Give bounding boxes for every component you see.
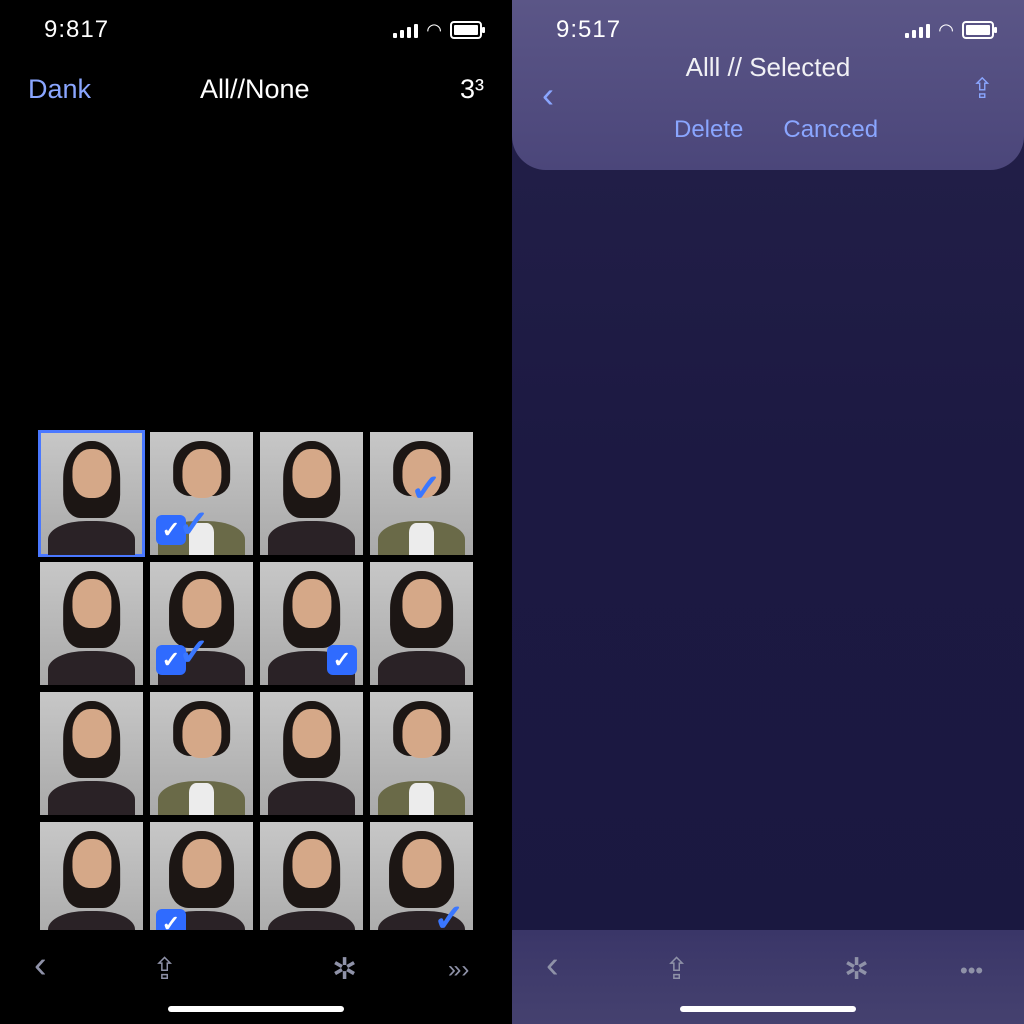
bottom-toolbar: ‹ ⇪ ✲ »› — [0, 930, 512, 1024]
photo-thumbnail[interactable] — [40, 562, 143, 685]
left-screen: 9:817 ◠ Dank All//None 3³ ✓ ✓ ✓ ✓ ✓ ✓ ✓ ✓ … — [0, 0, 512, 1024]
photo-thumbnail[interactable] — [260, 822, 363, 945]
status-time: 9:517 — [556, 16, 622, 43]
home-indicator — [680, 1006, 856, 1012]
photo-thumbnail[interactable]: ✓ — [370, 432, 473, 555]
settings-icon[interactable]: ✲ — [844, 952, 869, 987]
photo-thumbnail[interactable]: ✓ ✓ — [150, 562, 253, 685]
photo-thumbnail[interactable] — [40, 822, 143, 945]
battery-icon — [450, 21, 485, 39]
photo-thumbnail[interactable]: ✓ ✓ — [150, 432, 253, 555]
selection-count: 3³ — [459, 74, 484, 104]
photo-thumbnail[interactable] — [370, 562, 473, 685]
status-icons: ◠ — [393, 19, 485, 41]
checkmark-icon[interactable]: ✓ — [327, 645, 357, 675]
delete-button[interactable]: Delete — [674, 116, 743, 144]
photo-thumbnail[interactable] — [150, 692, 253, 815]
photo-thumbnail[interactable] — [38, 430, 145, 557]
photo-thumbnail[interactable] — [260, 432, 363, 555]
photo-grid: ✓ ✓ ✓ ✓ ✓ ✓ ✓ ✓ — [38, 430, 473, 945]
wifi-icon: ◠ — [426, 19, 442, 40]
photo-thumbnail[interactable]: ✓ — [150, 822, 253, 945]
sheet-actions: Delete Cancced — [674, 116, 878, 144]
forward-icon[interactable]: »› — [448, 956, 469, 984]
sheet-title: Alll // Selected — [685, 52, 851, 82]
bottom-toolbar: ‹ ⇪ ✲ ••• — [512, 930, 1024, 1024]
photo-thumbnail[interactable]: ✓ — [260, 562, 363, 685]
signal-icon — [393, 22, 419, 38]
more-icon[interactable]: ••• — [960, 958, 983, 984]
battery-icon — [962, 21, 997, 39]
photo-thumbnail[interactable] — [40, 692, 143, 815]
photo-thumbnail[interactable] — [370, 692, 473, 815]
checkmark-icon: ✓ — [178, 504, 210, 546]
back-icon[interactable]: ‹ — [546, 944, 559, 987]
status-bar: 9:517 ◠ — [556, 14, 997, 46]
share-icon[interactable]: ⇪ — [971, 72, 994, 105]
checkmark-icon: ✓ — [410, 468, 442, 510]
status-time: 9:817 — [44, 16, 110, 43]
wifi-icon: ◠ — [938, 19, 954, 40]
photo-thumbnail[interactable] — [260, 692, 363, 815]
share-icon[interactable]: ⇪ — [152, 952, 177, 987]
cancel-button[interactable]: Cancced — [783, 116, 878, 144]
home-indicator — [168, 1006, 344, 1012]
photo-thumbnail[interactable]: ✓ — [370, 822, 473, 945]
status-bar: 9:817 ◠ — [44, 14, 485, 46]
signal-icon — [905, 22, 931, 38]
settings-icon[interactable]: ✲ — [332, 952, 357, 987]
back-button[interactable]: Dank — [28, 74, 91, 105]
right-screen: 9:517 ◠ ‹ Alll // Selected ⇪ Delete Canc… — [512, 0, 1024, 1024]
nav-bar: Dank All//None 3³ — [28, 70, 484, 110]
selection-sheet: 9:517 ◠ ‹ Alll // Selected ⇪ Delete Canc… — [512, 0, 1024, 170]
back-icon[interactable]: ‹ — [34, 944, 47, 987]
share-icon[interactable]: ⇪ — [664, 952, 689, 987]
status-icons: ◠ — [905, 19, 997, 41]
page-title[interactable]: All//None — [200, 74, 310, 105]
checkmark-icon: ✓ — [178, 632, 210, 674]
